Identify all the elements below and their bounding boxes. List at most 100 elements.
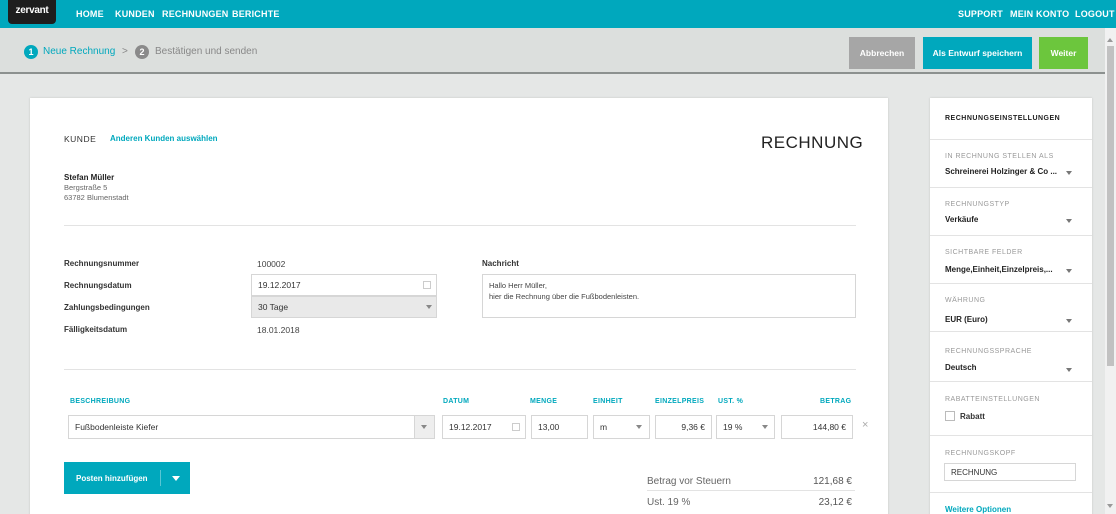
nav-home[interactable]: HOME: [76, 0, 104, 28]
item-amount: 144,80 €: [812, 422, 846, 432]
payment-terms-label: Zahlungsbedingungen: [64, 303, 150, 312]
calendar-icon[interactable]: [423, 281, 431, 289]
item-quantity-input[interactable]: 13,00: [531, 415, 588, 439]
sidebar-currency[interactable]: [930, 284, 1092, 332]
item-quantity: 13,00: [538, 422, 560, 432]
customer-label: KUNDE: [64, 134, 97, 144]
chevron-down-icon: [426, 305, 432, 309]
calendar-icon[interactable]: [512, 423, 520, 431]
message-textarea[interactable]: Hallo Herr Müller, hier die Rechnung übe…: [482, 274, 856, 318]
item-price: 9,36 €: [681, 422, 705, 432]
invoice-type-value: Verkäufe: [945, 215, 979, 224]
invoice-number: 100002: [257, 259, 286, 269]
message-label: Nachricht: [482, 259, 519, 268]
item-vat: 19 %: [723, 422, 743, 432]
step-separator: >: [122, 46, 128, 57]
chevron-down-icon: [1066, 219, 1072, 223]
payment-terms-select[interactable]: 30 Tage: [251, 296, 437, 318]
divider: [64, 369, 856, 370]
sidebar-visible-fields[interactable]: [930, 236, 1092, 284]
col-vat: UST. %: [718, 398, 744, 405]
chevron-down-icon: [762, 425, 768, 429]
scroll-thumb[interactable]: [1107, 46, 1114, 366]
next-button[interactable]: Weiter: [1039, 37, 1088, 69]
step-2-number: 2: [135, 45, 149, 59]
currency-label: WÄHRUNG: [945, 297, 986, 304]
col-unit-price: EINZELPREIS: [655, 398, 705, 405]
discount-label: RABATTEINSTELLUNGEN: [945, 396, 1040, 403]
chevron-down-icon: [1066, 171, 1072, 175]
remove-item-icon[interactable]: ×: [862, 419, 868, 431]
item-description-input[interactable]: Fußbodenleiste Kiefer: [68, 415, 435, 439]
sidebar-invoice-type[interactable]: [930, 188, 1092, 236]
nav-customers[interactable]: KUNDEN: [115, 0, 155, 28]
invoice-date-input[interactable]: 19.12.2017: [251, 274, 437, 296]
button-divider: [160, 470, 161, 486]
customer-name: Stefan Müller: [64, 173, 115, 182]
discount-checkbox-label: Rabatt: [960, 412, 985, 421]
vat-label: Ust. 19 %: [647, 497, 691, 508]
pre-tax-amount: 121,68 €: [813, 476, 852, 487]
chevron-down-icon[interactable]: [172, 476, 180, 481]
issue-as-value: Schreinerei Holzinger & Co ...: [945, 167, 1058, 176]
sidebar-discount: [930, 382, 1092, 436]
invoice-date-value: 19.12.2017: [258, 280, 301, 290]
item-unit: m: [600, 422, 608, 432]
vat-amount: 23,12 €: [818, 497, 852, 508]
payment-terms-value: 30 Tage: [258, 302, 289, 312]
add-item-label: Posten hinzufügen: [76, 474, 148, 483]
language-label: RECHNUNGSSPRACHE: [945, 348, 1032, 355]
currency-value: EUR (Euro): [945, 315, 988, 324]
cancel-button[interactable]: Abbrechen: [849, 37, 915, 69]
change-customer-link[interactable]: Anderen Kunden auswählen: [110, 134, 218, 143]
step-1-label[interactable]: Neue Rechnung: [43, 45, 115, 59]
zervant-logo[interactable]: zervant: [8, 0, 56, 24]
due-date-label: Fälligkeitsdatum: [64, 325, 128, 334]
scroll-down-icon[interactable]: [1107, 504, 1113, 508]
sidebar-language[interactable]: [930, 332, 1092, 382]
message-line-2: hier die Rechnung über die Fußbodenleist…: [489, 292, 640, 301]
issue-as-label: IN RECHNUNG STELLEN ALS: [945, 153, 1054, 160]
nav-invoices[interactable]: RECHNUNGEN: [162, 0, 229, 28]
chevron-down-icon: [421, 425, 427, 429]
item-price-input[interactable]: 9,36 €: [655, 415, 712, 439]
col-description: BESCHREIBUNG: [70, 398, 131, 405]
nav-account[interactable]: MEIN KONTO: [1010, 0, 1069, 28]
sidebar-issue-as[interactable]: [930, 140, 1092, 188]
pre-tax-label: Betrag vor Steuern: [647, 476, 731, 487]
due-date: 18.01.2018: [257, 325, 300, 335]
save-draft-button[interactable]: Als Entwurf speichern: [923, 37, 1032, 69]
chevron-down-icon: [1066, 269, 1072, 273]
invoice-header-input[interactable]: RECHNUNG: [944, 463, 1076, 481]
discount-checkbox[interactable]: [945, 411, 955, 421]
document-title: RECHNUNG: [761, 133, 864, 152]
invoice-header-value: RECHNUNG: [951, 467, 998, 477]
nav-reports[interactable]: BERICHTE: [232, 0, 280, 28]
invoice-date-label: Rechnungsdatum: [64, 281, 132, 290]
item-description: Fußbodenleiste Kiefer: [75, 422, 159, 432]
scroll-up-icon[interactable]: [1107, 38, 1113, 42]
customer-city: 63782 Blumenstadt: [64, 193, 129, 202]
col-date: DATUM: [443, 398, 470, 405]
step-2-label[interactable]: Bestätigen und senden: [155, 45, 257, 59]
col-unit: EINHEIT: [593, 398, 623, 405]
divider: [647, 490, 855, 491]
message-line-1: Hallo Herr Müller,: [489, 281, 547, 290]
invoice-header-label: RECHNUNGSKOPF: [945, 450, 1016, 457]
chevron-down-icon: [1066, 368, 1072, 372]
col-quantity: MENGE: [530, 398, 558, 405]
invoice-number-label: Rechnungsnummer: [64, 259, 140, 268]
divider: [64, 225, 856, 226]
customer-street: Bergstraße 5: [64, 183, 108, 192]
chevron-down-icon: [1066, 319, 1072, 323]
more-options-link[interactable]: Weitere Optionen: [945, 505, 1011, 514]
nav-support[interactable]: SUPPORT: [958, 0, 1003, 28]
item-date: 19.12.2017: [449, 422, 492, 432]
visible-fields-label: SICHTBARE FELDER: [945, 249, 1023, 256]
language-value: Deutsch: [945, 363, 977, 372]
nav-logout[interactable]: LOGOUT: [1075, 0, 1115, 28]
sidebar-title: RECHNUNGSEINSTELLUNGEN: [945, 115, 1061, 122]
item-amount-input[interactable]: 144,80 €: [781, 415, 853, 439]
invoice-type-label: RECHNUNGSTYP: [945, 201, 1010, 208]
step-1-number: 1: [24, 45, 38, 59]
